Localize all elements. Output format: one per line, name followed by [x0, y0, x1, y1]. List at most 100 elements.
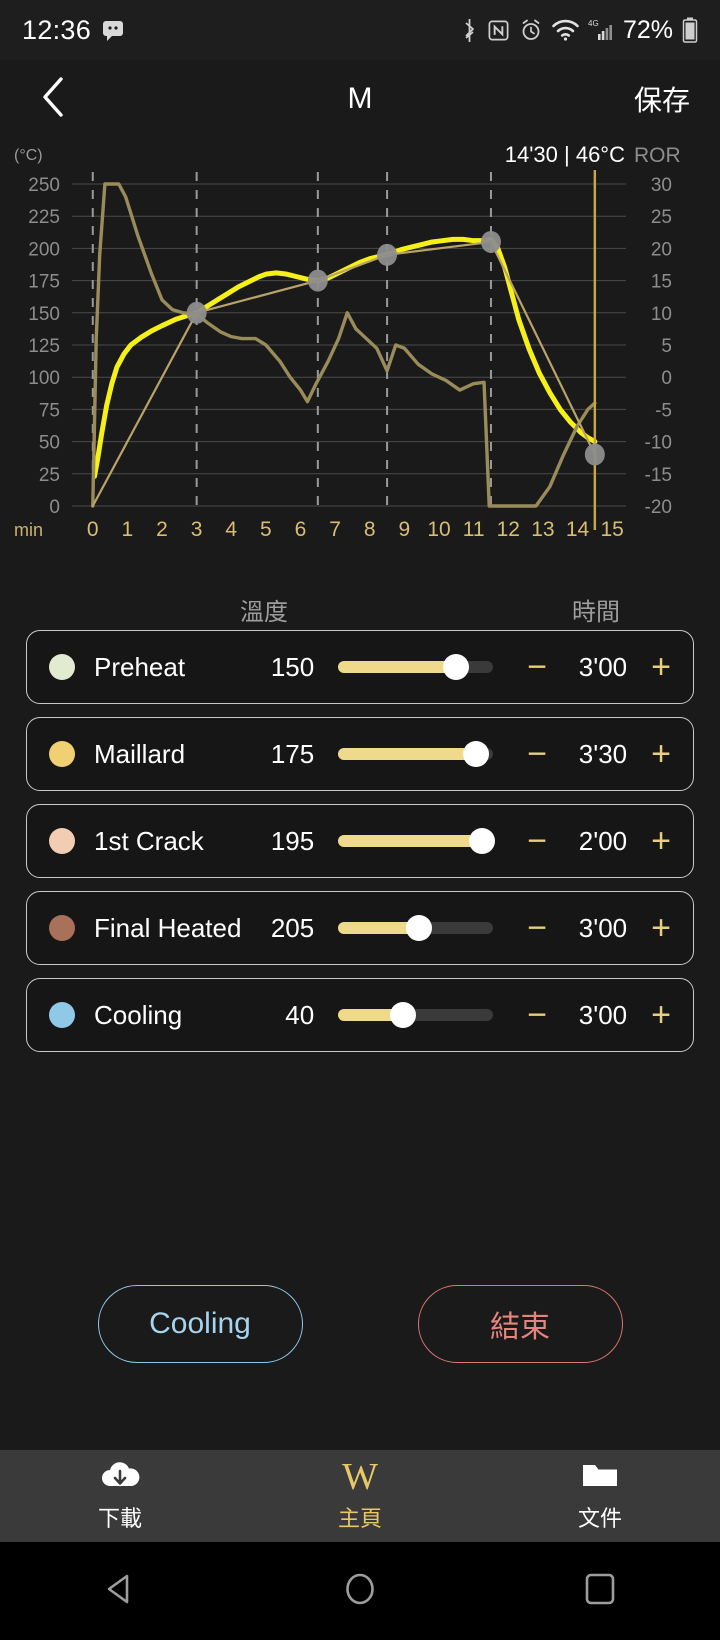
phase-row[interactable]: Cooling 40 −3'00 + [26, 978, 694, 1052]
phase-color-dot [49, 1002, 75, 1028]
phase-color-dot [49, 741, 75, 767]
increase-time-button[interactable]: + [651, 998, 671, 1032]
decrease-time-button[interactable]: − [527, 737, 547, 771]
wifi-icon [552, 19, 579, 41]
svg-text:4: 4 [225, 518, 237, 541]
square-recents-icon[interactable] [579, 1568, 621, 1615]
svg-text:30: 30 [651, 175, 672, 196]
phase-row[interactable]: Final Heated 205 −3'00 + [26, 891, 694, 965]
slider-knob[interactable] [443, 654, 469, 680]
triangle-back-icon[interactable] [99, 1568, 141, 1615]
svg-text:6: 6 [295, 518, 307, 541]
x-axis-unit-label: min [14, 520, 43, 540]
decrease-time-button[interactable]: − [527, 998, 547, 1032]
phase-color-dot [49, 654, 75, 680]
increase-time-button[interactable]: + [651, 737, 671, 771]
svg-text:125: 125 [28, 336, 60, 357]
svg-text:-5: -5 [655, 400, 672, 421]
svg-text:4G: 4G [588, 19, 599, 28]
chart-x-ticks: 0 1 2 3 4 5 6 7 8 9 10 11 12 13 14 15 [87, 518, 624, 541]
phase-temperature-slider[interactable] [338, 828, 496, 854]
svg-text:5: 5 [260, 518, 272, 541]
phase-temperature-slider[interactable] [338, 915, 494, 941]
phase-row[interactable]: Preheat 150 −3'00 + [26, 630, 694, 704]
cooling-button[interactable]: Cooling [97, 1285, 303, 1363]
svg-text:50: 50 [39, 433, 60, 454]
svg-text:75: 75 [39, 400, 60, 421]
svg-text:2: 2 [156, 518, 168, 541]
increase-time-button[interactable]: + [651, 911, 671, 945]
cloud-download-icon [99, 1459, 141, 1496]
app-header: M 保存 [0, 60, 720, 138]
nfc-icon [487, 19, 510, 42]
svg-text:1: 1 [122, 518, 134, 541]
svg-text:5: 5 [661, 336, 672, 357]
phase-name-label: Final Heated [94, 912, 242, 943]
battery-icon [682, 17, 698, 43]
increase-time-button[interactable]: + [651, 650, 671, 684]
phase-temperature-value: 40 [285, 999, 315, 1030]
slider-fill [338, 835, 483, 847]
phase-row[interactable]: Maillard 175 −3'30 + [26, 717, 694, 791]
phase-color-dot [49, 828, 75, 854]
svg-text:10: 10 [427, 518, 450, 541]
clock: 12:36 [22, 14, 92, 45]
action-buttons: Cooling 結束 [0, 1285, 720, 1363]
slider-knob[interactable] [463, 741, 490, 767]
phase-row[interactable]: 1st Crack 195 −2'00 + [26, 804, 694, 878]
w-logo-icon: W [342, 1456, 378, 1499]
roast-chart[interactable]: (°C) 14'30 | 46°C ROR 0 25 50 75 100 125 150 17… [0, 138, 720, 588]
phase-name-label: Cooling [94, 999, 183, 1030]
phase-temperature-slider[interactable] [338, 654, 494, 680]
phase-time-value: 3'00 [578, 651, 628, 682]
phase-temperature-value: 150 [270, 651, 315, 682]
svg-text:7: 7 [329, 518, 341, 541]
phase-name-label: Preheat [94, 651, 186, 682]
end-button[interactable]: 結束 [417, 1285, 623, 1363]
phase-temperature-value: 175 [270, 738, 315, 769]
roast-chart-svg[interactable]: (°C) 14'30 | 46°C ROR 025507510012515017… [0, 138, 720, 588]
nav-item-download[interactable]: 下載 [0, 1450, 240, 1542]
svg-text:225: 225 [28, 207, 60, 228]
phase-temperature-value: 195 [270, 825, 315, 856]
ror-axis-label: ROR [634, 144, 681, 167]
svg-text:20: 20 [651, 239, 672, 260]
svg-text:13: 13 [531, 518, 554, 541]
save-button[interactable]: 保存 [634, 79, 690, 119]
bottom-navigation: 下載 W 主頁 文件 [0, 1450, 720, 1542]
back-button[interactable] [30, 76, 76, 122]
column-header-time: 時間 [572, 598, 620, 626]
svg-text:-15: -15 [645, 465, 672, 486]
android-navigation-bar [0, 1542, 720, 1640]
svg-text:200: 200 [28, 239, 60, 260]
svg-text:100: 100 [28, 368, 60, 389]
phase-time-value: 3'00 [578, 999, 628, 1030]
slider-knob[interactable] [390, 1002, 417, 1028]
phase-temperature-slider[interactable] [338, 741, 494, 767]
svg-text:0: 0 [87, 518, 99, 541]
svg-text:175: 175 [28, 272, 60, 293]
decrease-time-button[interactable]: − [527, 650, 547, 684]
phase-time-value: 2'00 [578, 825, 628, 856]
cellular-signal-icon: 4G [588, 18, 612, 42]
svg-text:11: 11 [463, 518, 485, 541]
phase-name-label: 1st Crack [94, 825, 204, 856]
decrease-time-button[interactable]: − [527, 911, 547, 945]
nav-item-home[interactable]: W 主頁 [240, 1450, 480, 1542]
svg-text:-10: -10 [645, 433, 672, 454]
slider-knob[interactable] [469, 828, 496, 854]
nav-label-download: 下載 [97, 1506, 142, 1531]
column-header-temperature: 溫度 [240, 598, 288, 626]
slider-knob[interactable] [405, 915, 432, 941]
nav-item-files[interactable]: 文件 [480, 1450, 720, 1542]
bluetooth-icon [461, 18, 478, 43]
circle-home-icon[interactable] [339, 1568, 381, 1615]
decrease-time-button[interactable]: − [527, 824, 547, 858]
svg-text:15: 15 [651, 272, 672, 293]
phase-table-headers: 溫度 時間 [0, 588, 720, 630]
svg-text:12: 12 [497, 518, 520, 541]
status-bar: 12:36 4G 72% [0, 0, 720, 60]
chart-phase-dividers [91, 172, 492, 510]
phase-temperature-slider[interactable] [338, 1002, 494, 1028]
increase-time-button[interactable]: + [651, 824, 671, 858]
